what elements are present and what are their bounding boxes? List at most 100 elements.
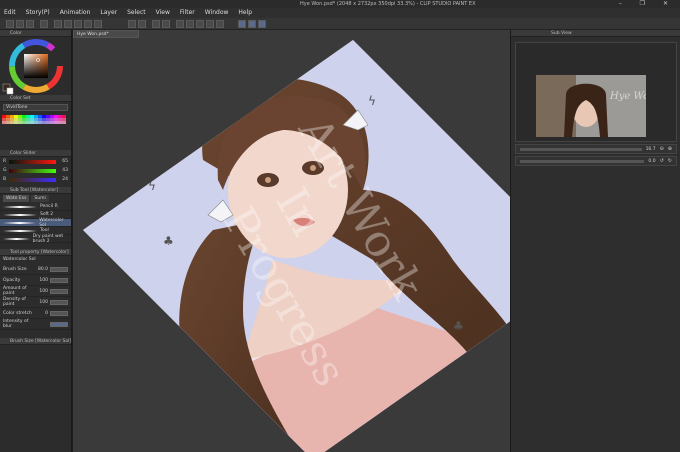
- lightning-doodle: ϟ: [368, 94, 376, 108]
- prop-slider[interactable]: [50, 277, 68, 283]
- right-dock: Sub View Hye Won 16.7 ⊖ ⊕ 0.0 ↺ ↻: [510, 30, 680, 452]
- brush-label: Dry paint wet brush 2: [32, 233, 64, 244]
- brush-stroke-preview: [3, 229, 37, 232]
- slider-g-bar[interactable]: [9, 168, 56, 173]
- prop-density-of-paint[interactable]: Density of paint 100: [0, 297, 71, 308]
- zoom-in-icon[interactable]: ⊕: [668, 146, 672, 152]
- prop-slider[interactable]: [50, 266, 68, 272]
- prop-slider[interactable]: [50, 288, 68, 294]
- menu-animation[interactable]: Animation: [60, 8, 91, 18]
- tool-property-panel-title: Tool property [Watercolor]: [0, 249, 71, 256]
- fill-icon[interactable]: [162, 20, 170, 28]
- lightning-doodle: ϟ: [148, 179, 156, 193]
- brush-item-selected[interactable]: Watercolor Sol: [0, 217, 71, 228]
- preview-signature: Hye Won: [609, 91, 646, 102]
- brush-item[interactable]: Dry paint wet brush 2: [0, 233, 71, 244]
- grid-snap-icon[interactable]: [258, 20, 266, 28]
- menu-select[interactable]: Select: [127, 8, 146, 18]
- save-icon[interactable]: [26, 20, 34, 28]
- brush-label: Pencil R: [40, 204, 58, 209]
- color-swatch[interactable]: [62, 121, 66, 124]
- prop-brush-size[interactable]: Brush Size 80.0: [0, 264, 71, 275]
- clear-icon[interactable]: [152, 20, 160, 28]
- rotate-left-icon[interactable]: ↺: [660, 158, 664, 164]
- special-ruler-snap-icon[interactable]: [248, 20, 256, 28]
- prop-amount-of-paint[interactable]: Amount of paint 100: [0, 286, 71, 297]
- slider-r-value[interactable]: 65: [56, 159, 68, 164]
- transform-icon[interactable]: [176, 20, 184, 28]
- color-wheel-panel-title: Color: [0, 30, 71, 37]
- clover-doodle: ♣: [163, 234, 174, 248]
- copy-icon[interactable]: [84, 20, 92, 28]
- reference-photo[interactable]: Hye Won: [536, 75, 646, 137]
- menu-window[interactable]: Window: [205, 8, 229, 18]
- color-swatch-grid[interactable]: [0, 113, 71, 126]
- slider-b-value[interactable]: 24: [56, 177, 68, 182]
- rotate-slider[interactable]: [520, 159, 645, 163]
- zoom-out-icon[interactable]: ⊖: [660, 146, 664, 152]
- menu-help[interactable]: Help: [238, 8, 252, 18]
- undo-icon[interactable]: [128, 20, 136, 28]
- artwork-canvas[interactable]: ♣ ϟ ϟ ♣ ♣ Art Work In Progress: [73, 30, 510, 452]
- zoom-slider[interactable]: [520, 147, 642, 151]
- canvas-tab[interactable]: Hye Won.psd*: [73, 30, 139, 38]
- brush-label: Soft 2: [40, 212, 54, 217]
- brush-stroke-preview: [3, 237, 30, 240]
- brush-item[interactable]: Pencil R: [0, 203, 71, 211]
- brush-label: Watercolor Sol: [39, 217, 64, 228]
- rotate-right-icon[interactable]: ↻: [668, 158, 672, 164]
- paste-icon[interactable]: [94, 20, 102, 28]
- prop-value[interactable]: 100: [34, 278, 48, 283]
- settings-icon[interactable]: [40, 20, 48, 28]
- select-all-icon[interactable]: [186, 20, 194, 28]
- deselect-icon[interactable]: [196, 20, 204, 28]
- prop-slider[interactable]: [50, 299, 68, 305]
- slider-r[interactable]: R 65: [0, 157, 71, 166]
- prop-color-stretch[interactable]: Color stretch 0: [0, 308, 71, 319]
- clover-doodle: ♣: [453, 319, 464, 333]
- redo-icon[interactable]: [138, 20, 146, 28]
- window-controls[interactable]: – ❐ ✕: [619, 0, 676, 7]
- color-wheel-panel[interactable]: [0, 37, 71, 95]
- invert-selection-icon[interactable]: [206, 20, 214, 28]
- subtool-tab-sumi[interactable]: Sumi: [31, 195, 49, 202]
- new-file-icon[interactable]: [6, 20, 14, 28]
- prop-intensity-of-blur[interactable]: Intensity of blur: [0, 319, 71, 330]
- slider-g-value[interactable]: 43: [56, 168, 68, 173]
- open-file-icon[interactable]: [16, 20, 24, 28]
- slider-b-bar[interactable]: [9, 177, 56, 182]
- cross-icon[interactable]: [74, 20, 82, 28]
- prop-opacity[interactable]: Opacity 100: [0, 275, 71, 286]
- prop-value[interactable]: 80.0: [34, 267, 48, 272]
- prop-slider[interactable]: [50, 321, 68, 327]
- prop-value[interactable]: 100: [34, 300, 48, 305]
- menu-filter[interactable]: Filter: [180, 8, 195, 18]
- rotate-value[interactable]: 0.0: [648, 159, 655, 164]
- menu-view[interactable]: View: [156, 8, 170, 18]
- menu-story[interactable]: Story(P): [26, 8, 50, 18]
- canvas-area[interactable]: ♣ ϟ ϟ ♣ ♣ Art Work In Progress: [73, 30, 510, 452]
- subtool-tab-wate-ess[interactable]: Wate Ess: [3, 195, 30, 202]
- color-wheel[interactable]: [0, 37, 72, 95]
- brush-icon[interactable]: [64, 20, 72, 28]
- slider-b[interactable]: B 24: [0, 175, 71, 184]
- crop-icon[interactable]: [216, 20, 224, 28]
- brush-stroke-preview: [3, 221, 37, 224]
- pen-icon[interactable]: [54, 20, 62, 28]
- prop-value[interactable]: 0: [34, 311, 48, 316]
- slider-r-bar[interactable]: [9, 159, 56, 164]
- prop-label: Opacity: [3, 277, 21, 283]
- prop-slider[interactable]: [50, 310, 68, 316]
- brush-stroke-preview: [3, 213, 37, 216]
- slider-g[interactable]: G 43: [0, 166, 71, 175]
- menu-layer[interactable]: Layer: [100, 8, 117, 18]
- prop-value[interactable]: 100: [34, 289, 48, 294]
- subtool-panel-title: Sub Tool [Watercolor]: [0, 187, 71, 194]
- color-set-name[interactable]: VividTone: [3, 104, 68, 111]
- subview-panel-title: Sub View: [511, 30, 680, 37]
- zoom-value[interactable]: 16.7: [646, 147, 656, 152]
- ruler-snap-icon[interactable]: [238, 20, 246, 28]
- prop-label: Color stretch: [3, 310, 32, 316]
- menu-edit[interactable]: Edit: [4, 8, 16, 18]
